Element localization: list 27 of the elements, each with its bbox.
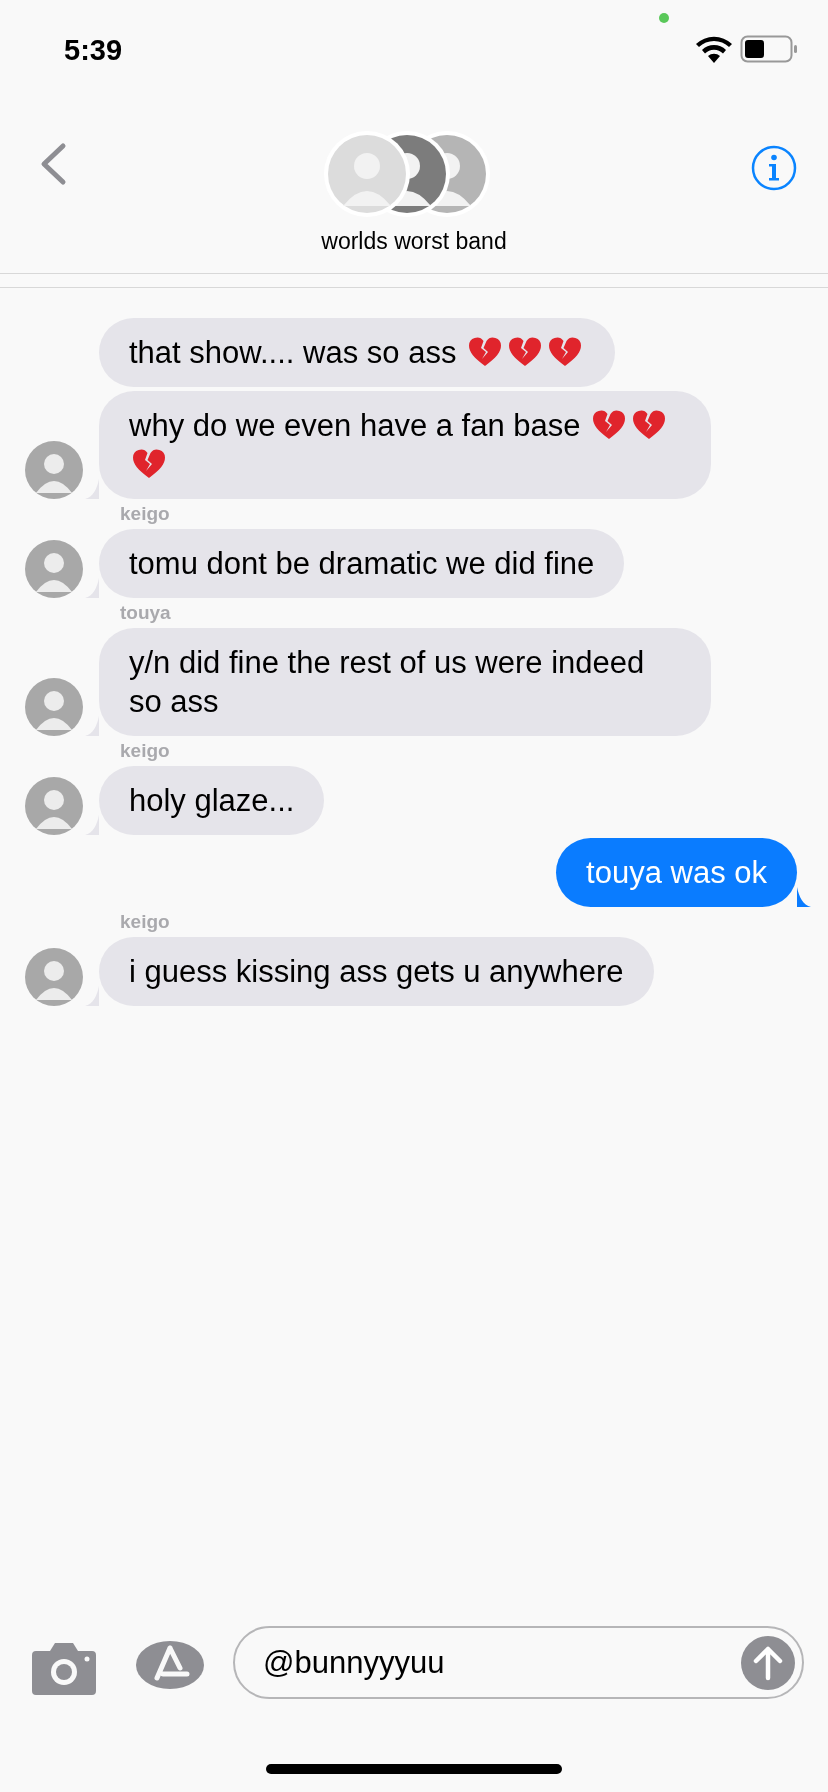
info-icon[interactable]: [751, 145, 797, 191]
bubble-tail: [797, 887, 811, 907]
battery-icon: [740, 35, 798, 63]
broken-heart-icon: [632, 409, 667, 441]
message-input[interactable]: @bunnyyyuu: [233, 1626, 804, 1699]
status-time: 5:39: [64, 33, 123, 68]
group-avatars[interactable]: [323, 130, 491, 218]
message-bubble: that show.... was so ass: [99, 318, 615, 387]
avatar: [25, 441, 83, 499]
avatar: [25, 777, 83, 835]
broken-heart-icon: [132, 448, 166, 480]
sender-name: keigo: [120, 740, 170, 762]
broken-heart-icon: [468, 336, 502, 368]
conversation-title: worlds worst band: [320, 227, 508, 256]
app-store-icon[interactable]: [135, 1640, 205, 1690]
sender-name: keigo: [120, 503, 170, 525]
sender-name: touya: [120, 602, 171, 624]
camera-icon[interactable]: [32, 1643, 96, 1695]
sender-name: keigo: [120, 911, 170, 933]
avatar: [25, 678, 83, 736]
broken-heart-icon: [592, 409, 627, 441]
broken-heart-icon: [508, 336, 542, 368]
avatar: [25, 540, 83, 598]
broken-heart-icon: [548, 336, 582, 368]
wifi-icon: [695, 36, 733, 64]
send-button[interactable]: [741, 1636, 795, 1690]
avatar: [25, 948, 83, 1006]
